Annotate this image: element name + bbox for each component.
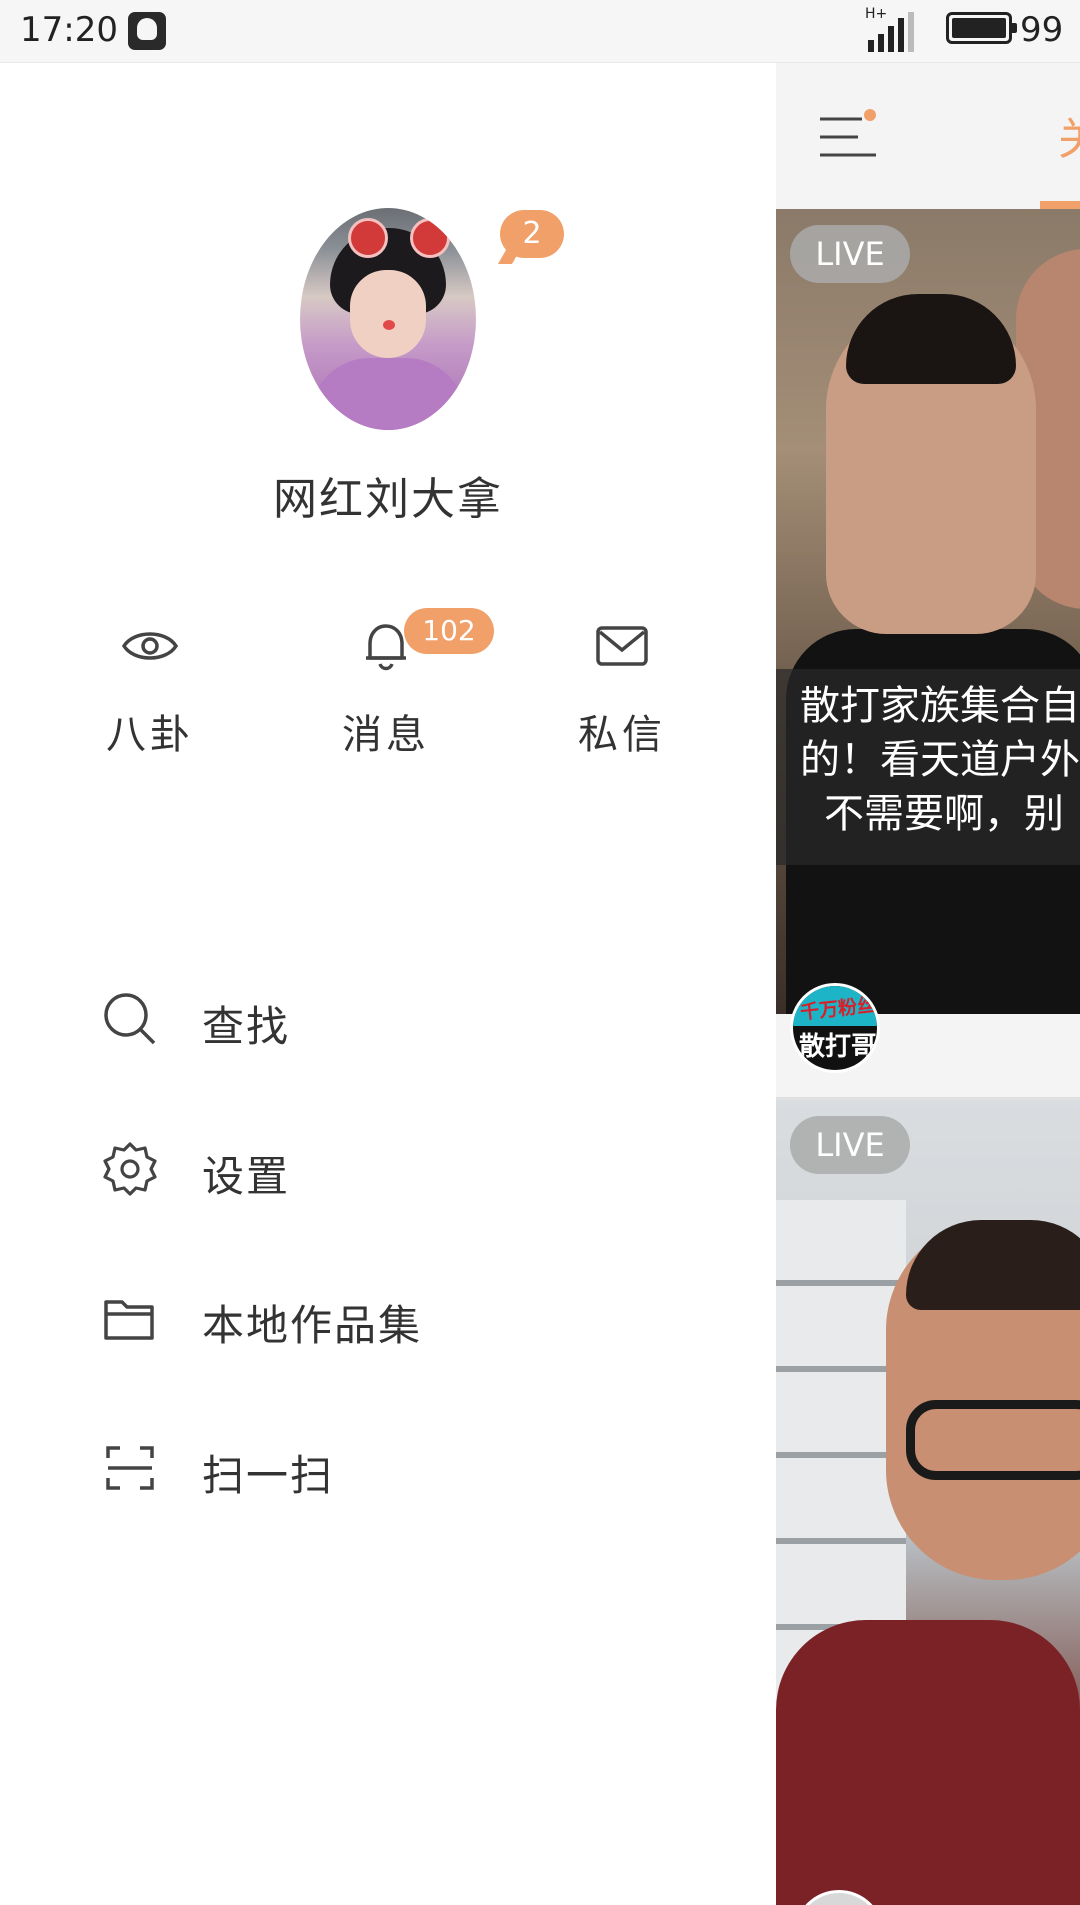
menu-item-label: 设置 [202,1152,291,1201]
main-content-panel[interactable]: 关 散打家族集合自 的！看天道户外 不需要啊，别 LIVE 千万粉丝 散打哥 L… [776,63,1080,1905]
scan-icon [106,1446,154,1490]
qq-notification-icon [128,12,166,50]
signal-icon [868,12,914,52]
battery-icon [946,12,1017,44]
live-badge: LIVE [790,225,910,283]
tab-follow[interactable]: 关 [1058,103,1080,167]
search-icon [104,993,156,1045]
stream-person-shirt [776,1620,1080,1905]
quick-action-label: 消息 [342,712,430,758]
menu-item-search[interactable]: 查找 [100,979,700,1059]
profile-avatar[interactable] [300,208,476,430]
stream-person [826,294,1036,634]
avatar-nose [383,320,395,330]
avatar-body [310,358,466,430]
streamer-avatar[interactable]: 千万粉丝 散打哥 [790,983,880,1073]
battery-level: 99 [1020,10,1064,50]
status-bar: 17:20 H+ 99 [0,0,1080,63]
glasses [906,1400,1080,1480]
live-badge: LIVE [790,1116,910,1174]
avatar-face [350,270,426,358]
active-tab-indicator [1040,201,1080,209]
quick-action-private-messages[interactable]: 私信 [522,618,722,760]
folder-icon [104,1300,154,1340]
streamer-logo-caption: 千万粉丝 [799,994,878,1024]
avatar-ear-left [348,218,388,258]
live-stream-card[interactable]: 散打家族集合自 的！看天道户外 不需要啊，别 LIVE [776,209,1080,1014]
quick-action-label: 私信 [578,712,666,758]
side-drawer: 2 网红刘大拿 八卦 消息 102 私信 查找 设置 本地作品集 扫一扫 [0,63,776,1905]
avatar-ear-right [410,218,450,258]
avatar [300,208,476,430]
quick-action-label: 八卦 [106,712,194,758]
eye-icon [121,632,179,660]
caption-line: 散打家族集合自 [800,683,1080,729]
streamer-logo-text: 散打哥 [798,1032,877,1062]
gear-icon [103,1142,157,1196]
menu-item-label: 查找 [202,1002,291,1051]
live-stream-card[interactable]: LIVE [776,1100,1080,1905]
mail-icon [596,626,648,666]
caption-line: 不需要啊，别 [824,791,1064,837]
profile-notification-badge[interactable]: 2 [500,210,564,258]
username[interactable]: 网红刘大拿 [0,463,776,527]
quick-action-gossip[interactable]: 八卦 [50,618,250,760]
main-top-bar: 关 [776,63,1080,210]
menu-item-label: 扫一扫 [202,1451,335,1500]
menu-item-scan[interactable]: 扫一扫 [100,1428,700,1508]
stream-person-hair [846,294,1016,384]
menu-item-settings[interactable]: 设置 [100,1129,700,1209]
stream-caption: 散打家族集合自 的！看天道户外 不需要啊，别 [800,679,1080,841]
menu-item-label: 本地作品集 [202,1301,423,1350]
caption-line: 的！看天道户外 [800,737,1080,783]
stream-person-hair [906,1220,1080,1310]
menu-item-local-works[interactable]: 本地作品集 [100,1278,700,1358]
messages-count-badge: 102 [404,608,494,654]
status-time: 17:20 [20,10,118,50]
streamer-avatar-stripe: 千万粉丝 [793,986,878,1026]
menu-icon[interactable] [818,109,878,165]
